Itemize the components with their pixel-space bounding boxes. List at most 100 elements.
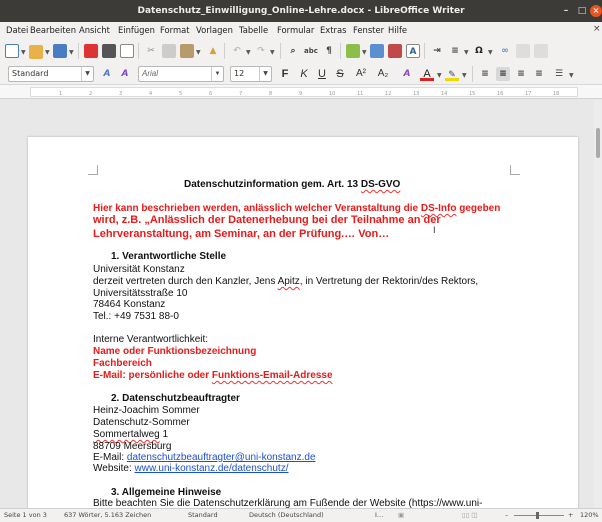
- internal-text: Funktions-Email-Adresse: [211, 370, 333, 381]
- s2-line: Datenschutz-Sommer: [93, 417, 190, 428]
- superscript-button[interactable]: A²: [352, 67, 370, 81]
- insert-image-icon[interactable]: [370, 44, 384, 58]
- bullet-dropdown-icon[interactable]: ▼: [569, 72, 574, 79]
- font-color-dropdown-icon[interactable]: ▼: [437, 72, 442, 79]
- comment-icon[interactable]: [534, 44, 548, 58]
- chevron-down-icon[interactable]: ▼: [259, 67, 271, 81]
- align-right-icon[interactable]: ≡: [514, 67, 528, 81]
- maximize-button[interactable]: □: [576, 5, 588, 17]
- page-style[interactable]: Standard: [188, 509, 218, 522]
- redo-dropdown-icon[interactable]: ▼: [270, 49, 275, 56]
- print-icon[interactable]: [102, 44, 116, 58]
- undo-icon[interactable]: ↶: [230, 44, 244, 58]
- view-layout-icon[interactable]: ▯▯ ◫: [462, 509, 477, 522]
- table-dropdown-icon[interactable]: ▼: [362, 49, 367, 56]
- hyperlink-icon[interactable]: ∞: [498, 44, 512, 58]
- align-center-icon[interactable]: ≡: [496, 67, 510, 81]
- minimize-button[interactable]: –: [560, 5, 572, 17]
- special-char-dropdown-icon[interactable]: ▼: [488, 49, 493, 56]
- chevron-down-icon[interactable]: ▼: [81, 67, 93, 81]
- paste-dropdown-icon[interactable]: ▼: [196, 49, 201, 56]
- open-dropdown-icon[interactable]: ▼: [45, 49, 50, 56]
- clone-formatting-icon[interactable]: ▲: [206, 44, 220, 58]
- bullet-list-icon[interactable]: ☰: [552, 67, 566, 81]
- save-icon[interactable]: [53, 44, 67, 58]
- menu-tabelle[interactable]: Tabelle: [239, 25, 268, 35]
- ruler-tick: 8: [269, 91, 273, 97]
- scrollbar-thumb[interactable]: [596, 128, 600, 158]
- paste-icon[interactable]: [180, 44, 194, 58]
- insert-textbox-icon[interactable]: A: [406, 44, 420, 58]
- zoom-level[interactable]: 120%: [580, 509, 599, 522]
- highlight-button[interactable]: ✎: [445, 67, 459, 81]
- copy-icon[interactable]: [162, 44, 176, 58]
- menu-datei[interactable]: Datei: [6, 25, 28, 35]
- chevron-down-icon[interactable]: ▼: [211, 67, 223, 81]
- zoom-slider-handle[interactable]: [536, 512, 539, 519]
- font-size-combo[interactable]: 12 ▼: [230, 66, 272, 82]
- zoom-in-button[interactable]: +: [568, 509, 573, 522]
- new-document-icon[interactable]: [5, 44, 19, 58]
- close-button[interactable]: ×: [590, 5, 602, 17]
- subscript-button[interactable]: A₂: [374, 67, 392, 81]
- menu-extras[interactable]: Extras: [320, 25, 346, 35]
- menu-einfuegen[interactable]: Einfügen: [118, 25, 155, 35]
- spelling-icon[interactable]: abc: [304, 44, 318, 58]
- underline-button[interactable]: U: [315, 67, 329, 81]
- strikethrough-button[interactable]: S: [333, 67, 347, 81]
- ruler-tick: 4: [149, 91, 153, 97]
- menu-fenster[interactable]: Fenster: [353, 25, 384, 35]
- page-count[interactable]: Seite 1 von 3: [4, 509, 47, 522]
- field-dropdown-icon[interactable]: ▼: [464, 49, 469, 56]
- menu-bearbeiten[interactable]: Bearbeiten: [30, 25, 76, 35]
- font-name-combo[interactable]: Arial ▼: [138, 66, 224, 82]
- vertical-scrollbar[interactable]: [594, 100, 602, 508]
- ruler-tick: 11: [357, 91, 364, 97]
- special-character-icon[interactable]: Ω: [472, 44, 486, 58]
- zoom-slider[interactable]: [514, 515, 564, 516]
- menu-hilfe[interactable]: Hilfe: [388, 25, 407, 35]
- open-folder-icon[interactable]: [29, 45, 43, 59]
- export-pdf-icon[interactable]: [84, 44, 98, 58]
- footnote-icon[interactable]: [516, 44, 530, 58]
- menu-format[interactable]: Format: [160, 25, 190, 35]
- font-color-button[interactable]: A: [420, 67, 434, 81]
- bold-button[interactable]: F: [278, 67, 292, 81]
- insert-table-icon[interactable]: [346, 44, 360, 58]
- close-document-icon[interactable]: ×: [593, 24, 601, 34]
- insert-field-icon[interactable]: ≡: [448, 44, 462, 58]
- document-workspace[interactable]: [0, 100, 602, 508]
- save-dropdown-icon[interactable]: ▼: [69, 49, 74, 56]
- align-left-icon[interactable]: ≡: [478, 67, 492, 81]
- cut-icon[interactable]: ✂: [144, 44, 158, 58]
- update-style-icon[interactable]: A: [100, 67, 114, 81]
- clear-formatting-icon[interactable]: A: [400, 67, 414, 81]
- new-style-icon[interactable]: A: [118, 67, 132, 81]
- menu-formular[interactable]: Formular: [277, 25, 314, 35]
- print-preview-icon[interactable]: [120, 44, 134, 58]
- new-dropdown-icon[interactable]: ▼: [21, 49, 26, 56]
- email-link[interactable]: datenschutzbeauftragter@uni-konstanz.de: [127, 452, 316, 463]
- section-1-heading: 1. Verantwortliche Stelle: [111, 251, 227, 262]
- paragraph-style-combo[interactable]: Standard ▼: [8, 66, 94, 82]
- undo-dropdown-icon[interactable]: ▼: [246, 49, 251, 56]
- website-link[interactable]: www.uni-konstanz.de/datenschutz/: [135, 463, 289, 474]
- menu-ansicht[interactable]: Ansicht: [79, 25, 110, 35]
- ruler-tick: 5: [179, 91, 183, 97]
- insert-mode[interactable]: I…: [375, 509, 383, 522]
- zoom-out-button[interactable]: –: [505, 509, 508, 522]
- language[interactable]: Deutsch (Deutschland): [249, 509, 324, 522]
- find-replace-icon[interactable]: ⌕: [286, 44, 300, 58]
- horizontal-ruler[interactable]: 1 2 3 4 5 6 7 8 9 10 11 12 13 14 15 16 1…: [0, 85, 602, 99]
- insert-chart-icon[interactable]: [388, 44, 402, 58]
- internal-label: Interne Verantwortlichkeit:: [93, 334, 209, 345]
- redo-icon[interactable]: ↷: [254, 44, 268, 58]
- insert-page-break-icon[interactable]: ⇥: [430, 44, 444, 58]
- italic-button[interactable]: K: [297, 67, 311, 81]
- margin-corner: [510, 165, 520, 175]
- justify-icon[interactable]: ≡: [532, 67, 546, 81]
- word-count[interactable]: 637 Wörter, 5.163 Zeichen: [64, 509, 151, 522]
- menu-vorlagen[interactable]: Vorlagen: [196, 25, 233, 35]
- formatting-marks-icon[interactable]: ¶: [322, 44, 336, 58]
- highlight-dropdown-icon[interactable]: ▼: [462, 72, 467, 79]
